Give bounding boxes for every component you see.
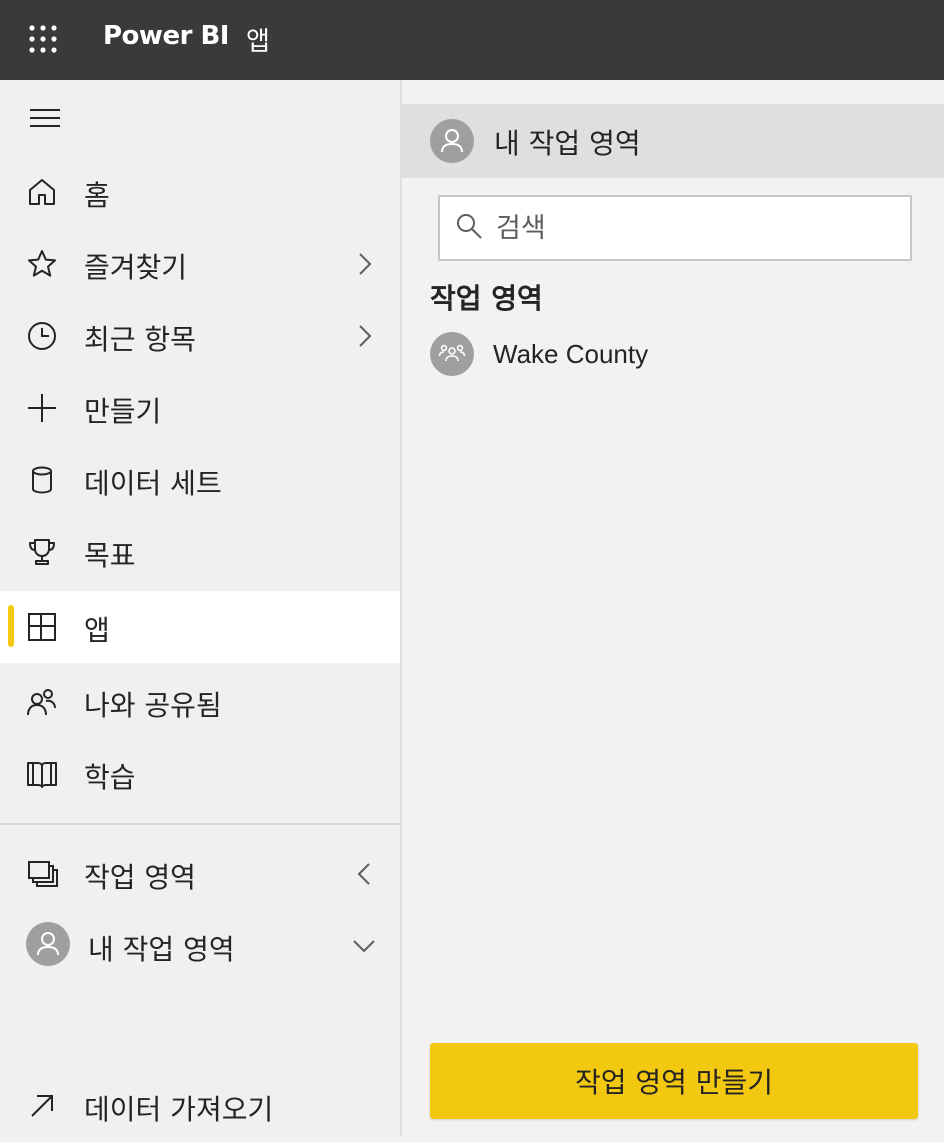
search-input[interactable]: [494, 207, 898, 249]
page-title: 앱: [246, 27, 270, 57]
search-box[interactable]: [438, 195, 912, 261]
search-icon: [454, 211, 484, 241]
plus-icon: [26, 392, 58, 424]
star-icon: [26, 248, 58, 280]
nav-item-apps[interactable]: 앱: [0, 591, 400, 663]
chevron-right-icon[interactable]: [352, 248, 376, 280]
nav-item-label: 내 작업 영역: [88, 933, 235, 966]
nav-item-label: 데이터 가져오기: [84, 1093, 274, 1126]
nav-item-learn[interactable]: 학습: [0, 738, 400, 810]
nav-item-my-workspace[interactable]: 내 작업 영역: [0, 910, 400, 982]
shared-people-icon: [26, 686, 58, 718]
left-nav: 홈 즐겨찾기 최근 항목 만들기 데이터 세트 목표 앱 나와 공유됨 학습 작…: [0, 80, 402, 1136]
nav-item-label: 최근 항목: [84, 323, 196, 356]
nav-item-shared-with-me[interactable]: 나와 공유됨: [0, 666, 400, 738]
nav-item-label: 작업 영역: [84, 861, 196, 894]
top-bar: Power BI 앱: [0, 0, 944, 80]
nav-item-datasets[interactable]: 데이터 세트: [0, 444, 400, 516]
nav-item-label: 나와 공유됨: [84, 689, 222, 722]
chevron-down-icon[interactable]: [350, 930, 378, 962]
nav-item-label: 홈: [84, 179, 110, 212]
chevron-right-icon[interactable]: [352, 320, 376, 352]
book-icon: [26, 758, 58, 790]
nav-item-favorites[interactable]: 즐겨찾기: [0, 228, 400, 300]
my-workspace-label: 내 작업 영역: [494, 127, 641, 160]
apps-icon: [26, 611, 58, 643]
avatar-icon: [430, 119, 474, 163]
database-icon: [26, 464, 58, 496]
app-launcher-icon[interactable]: [29, 25, 57, 53]
trophy-icon: [26, 536, 58, 568]
app-title[interactable]: Power BI: [103, 21, 229, 51]
avatar-icon: [26, 922, 70, 966]
my-workspace-header[interactable]: 내 작업 영역: [402, 104, 944, 178]
nav-item-label: 앱: [84, 614, 110, 647]
nav-item-label: 데이터 세트: [84, 467, 222, 500]
nav-item-label: 학습: [84, 761, 136, 794]
nav-item-create[interactable]: 만들기: [0, 372, 400, 444]
arrow-up-right-icon: [26, 1090, 58, 1122]
nav-item-label: 만들기: [84, 395, 162, 428]
workspaces-icon: [26, 858, 58, 890]
section-title: 작업 영역: [430, 282, 543, 315]
nav-item-workspaces[interactable]: 작업 영역: [0, 838, 400, 910]
nav-item-recent[interactable]: 최근 항목: [0, 300, 400, 372]
nav-item-goals[interactable]: 목표: [0, 516, 400, 588]
nav-item-home[interactable]: 홈: [0, 156, 400, 228]
nav-divider: [0, 823, 400, 825]
workspace-list-item[interactable]: Wake County: [402, 326, 944, 386]
nav-item-get-data[interactable]: 데이터 가져오기: [0, 1070, 400, 1142]
nav-item-label: 즐겨찾기: [84, 251, 188, 284]
workspace-name: Wake County: [493, 339, 649, 369]
hamburger-menu-icon[interactable]: [28, 106, 62, 132]
home-icon: [26, 176, 58, 208]
workspace-panel: 내 작업 영역 작업 영역 Wake County 작업 영역 만들기: [402, 80, 944, 1136]
group-icon: [430, 332, 474, 376]
create-workspace-button[interactable]: 작업 영역 만들기: [430, 1043, 918, 1119]
nav-item-label: 목표: [84, 539, 136, 572]
chevron-left-icon[interactable]: [352, 858, 376, 890]
clock-icon: [26, 320, 58, 352]
